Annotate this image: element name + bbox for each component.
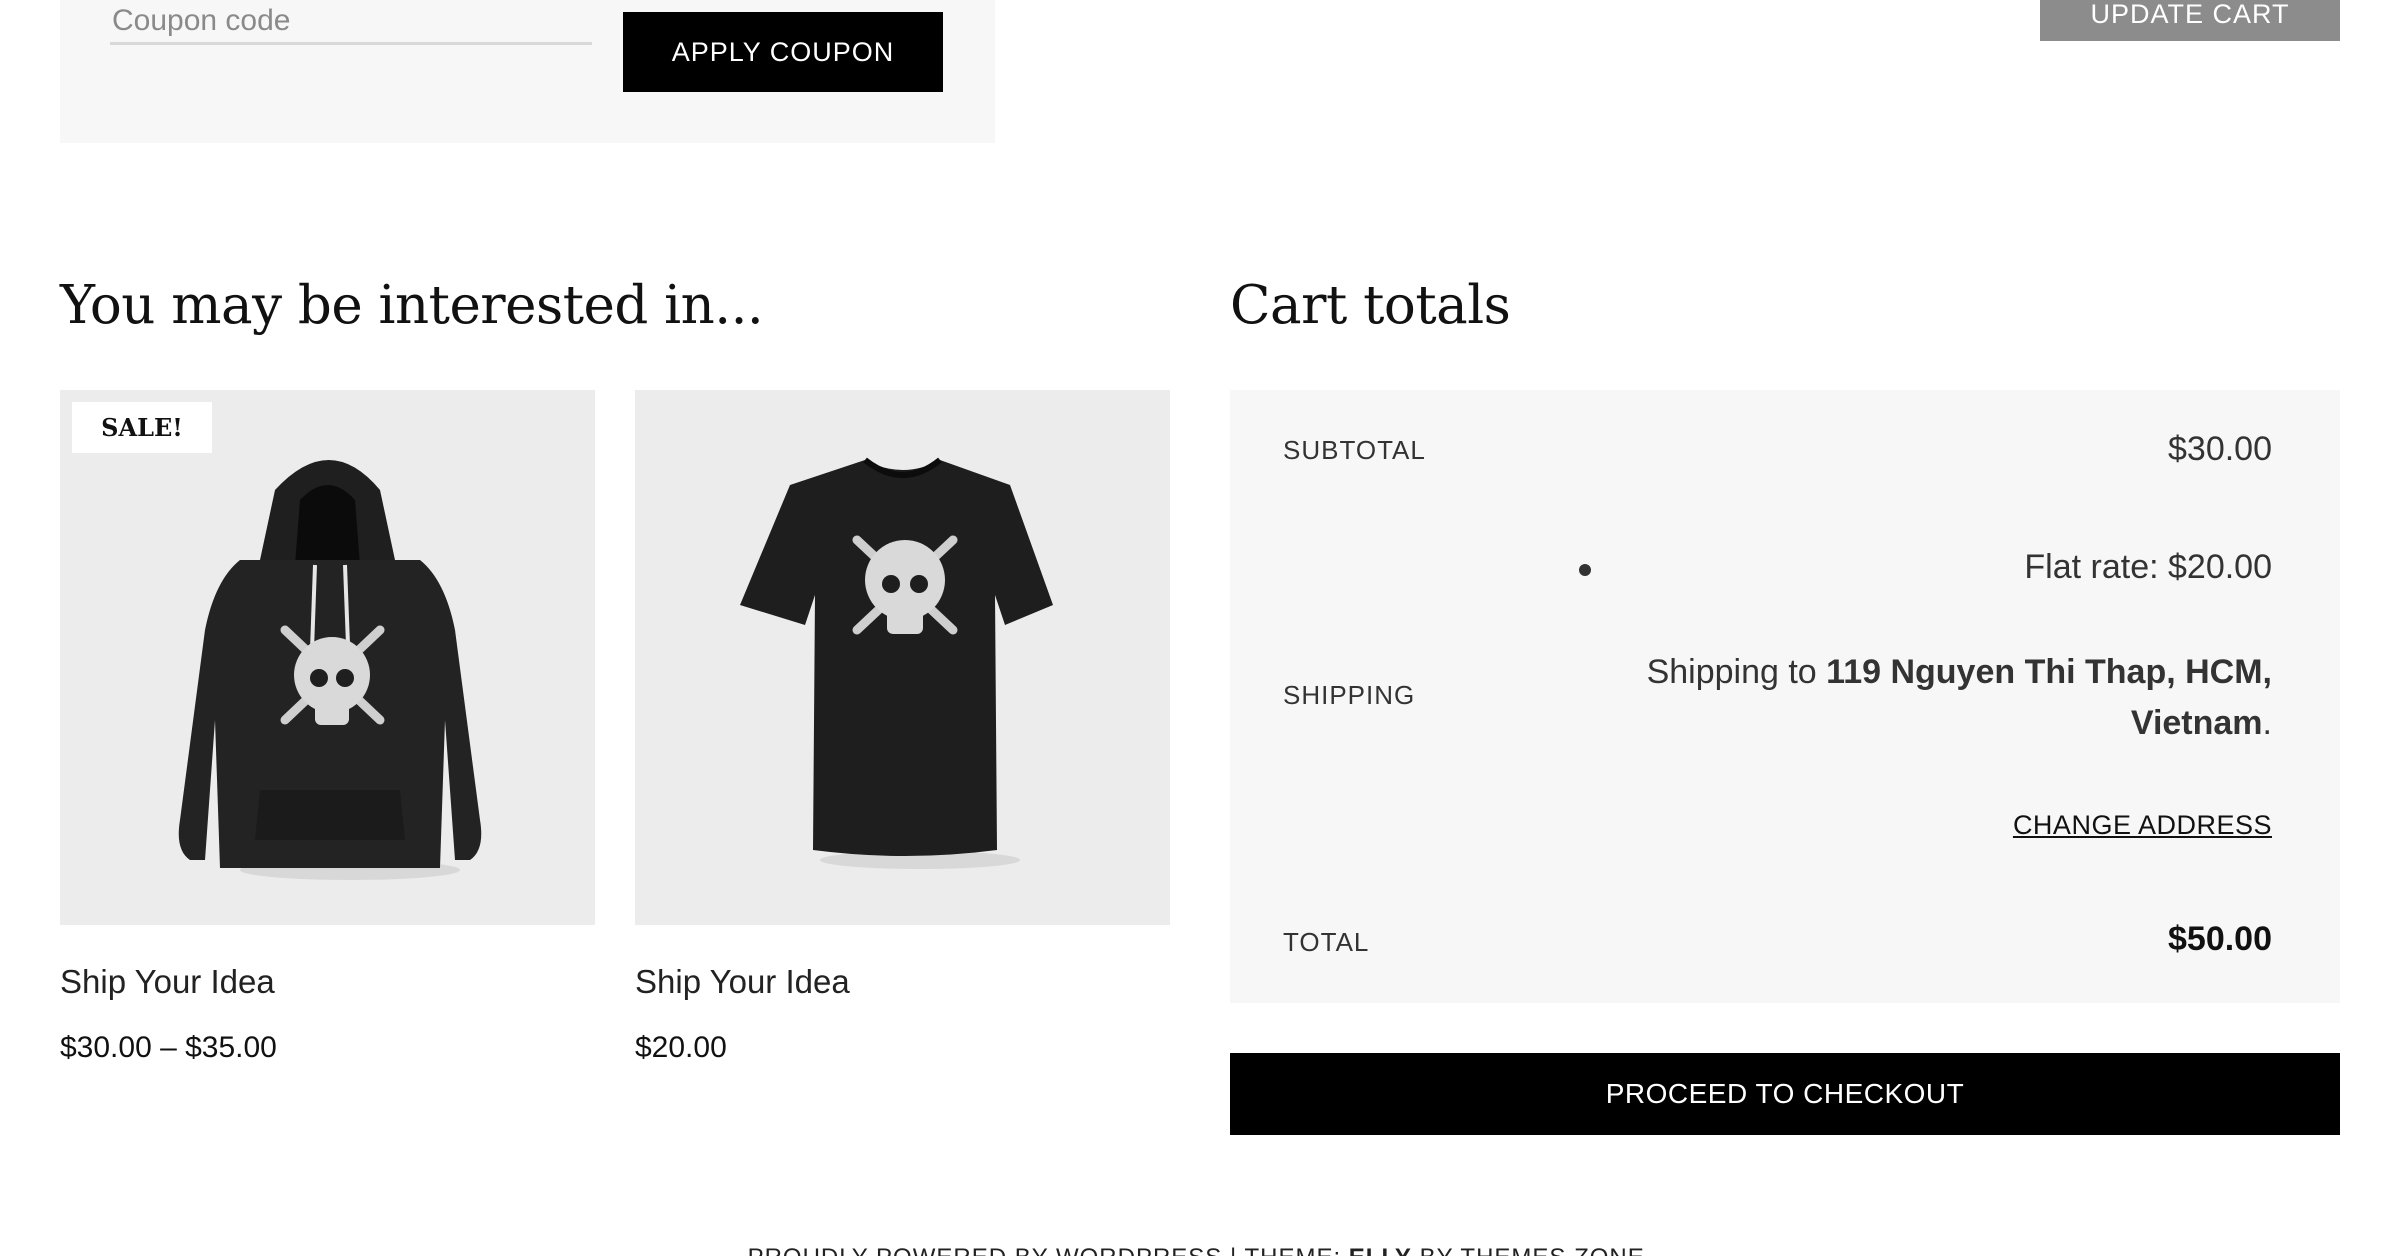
product-card: SALE! Ship Your Idea $30.00 – $35.00 (60, 390, 595, 1065)
interested-heading: You may be interested in... (60, 275, 764, 336)
subtotal-label: SUBTOTAL (1283, 435, 1426, 465)
total-label: TOTAL (1283, 927, 1370, 957)
bullet-icon (1579, 564, 1591, 576)
coupon-section: APPLY COUPON (60, 0, 995, 143)
apply-coupon-button[interactable]: APPLY COUPON (623, 12, 943, 92)
cart-totals-table: SUBTOTAL $30.00 SHIPPING Flat rate: $20.… (1230, 390, 2340, 1003)
product-price: $30.00 – $35.00 (60, 1031, 277, 1064)
product-name[interactable]: Ship Your Idea (635, 963, 1170, 1001)
product-price: $20.00 (635, 1031, 727, 1064)
update-cart-button[interactable]: UPDATE CART (2040, 0, 2340, 41)
subtotal-value: $30.00 (2168, 430, 2272, 468)
footer-credits: PROUDLY POWERED BY WORDPRESS | THEME: EL… (0, 1244, 2400, 1256)
shipping-to-prefix: Shipping to (1646, 653, 1827, 691)
product-image-link[interactable] (635, 390, 1170, 925)
tshirt-icon (740, 457, 1053, 869)
shipping-address: 119 Nguyen Thi Thap, HCM, Vietnam (1826, 653, 2272, 742)
footer-prefix: PROUDLY POWERED BY WORDPRESS | THEME: (748, 1244, 1349, 1256)
shipping-label: SHIPPING (1283, 680, 1416, 710)
product-name[interactable]: Ship Your Idea (60, 963, 595, 1001)
proceed-to-checkout-button[interactable]: PROCEED TO CHECKOUT (1230, 1053, 2340, 1135)
hoodie-icon (178, 460, 482, 880)
product-card: Ship Your Idea $20.00 (635, 390, 1170, 1065)
cart-totals-heading: Cart totals (1230, 275, 1511, 336)
change-address-link[interactable]: CHANGE ADDRESS (2013, 810, 2272, 841)
total-value: $50.00 (2168, 920, 2272, 958)
flat-rate-option: Flat rate: $20.00 (2024, 548, 2272, 586)
footer-suffix: BY THEMES ZONE. (1412, 1244, 1653, 1256)
shipping-destination: Shipping to 119 Nguyen Thi Thap, HCM, Vi… (1632, 647, 2272, 749)
coupon-code-input[interactable] (110, 0, 592, 45)
shipping-to-suffix: . (2262, 704, 2272, 742)
product-image-link[interactable]: SALE! (60, 390, 595, 925)
footer-theme-link[interactable]: ELLY (1349, 1244, 1412, 1256)
sale-badge: SALE! (72, 402, 212, 453)
